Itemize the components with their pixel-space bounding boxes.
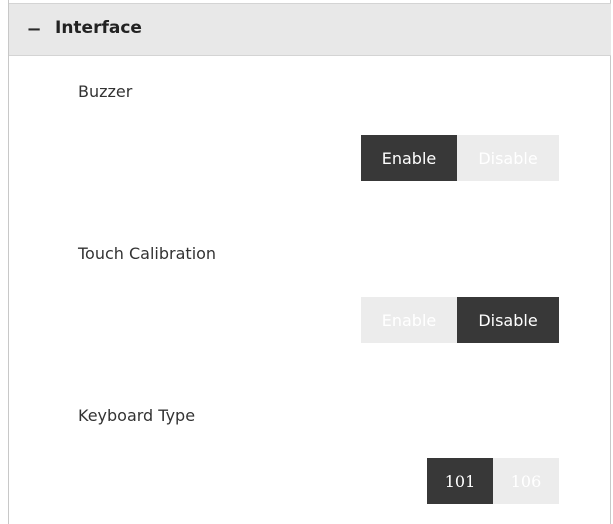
buzzer-enable-option[interactable]: Enable bbox=[361, 135, 457, 181]
buzzer-label: Buzzer bbox=[78, 82, 133, 101]
touch-calibration-label: Touch Calibration bbox=[78, 244, 217, 263]
keyboard-type-101-option[interactable]: 101 bbox=[427, 458, 493, 504]
touch-calibration-disable-option[interactable]: Disable bbox=[457, 297, 559, 343]
keyboard-type-toggle: 101 106 bbox=[427, 458, 559, 504]
collapse-icon[interactable]: − bbox=[26, 20, 41, 40]
section-header-interface[interactable]: − Interface bbox=[9, 3, 611, 56]
interface-panel: − Interface Buzzer Enable Disable Touch … bbox=[8, 0, 611, 524]
touch-calibration-enable-option[interactable]: Enable bbox=[361, 297, 457, 343]
touch-calibration-toggle: Enable Disable bbox=[361, 297, 559, 343]
section-title: Interface bbox=[55, 18, 142, 38]
keyboard-type-106-option[interactable]: 106 bbox=[493, 458, 559, 504]
keyboard-type-label: Keyboard Type bbox=[78, 406, 196, 425]
buzzer-disable-option[interactable]: Disable bbox=[457, 135, 559, 181]
buzzer-toggle: Enable Disable bbox=[361, 135, 559, 181]
